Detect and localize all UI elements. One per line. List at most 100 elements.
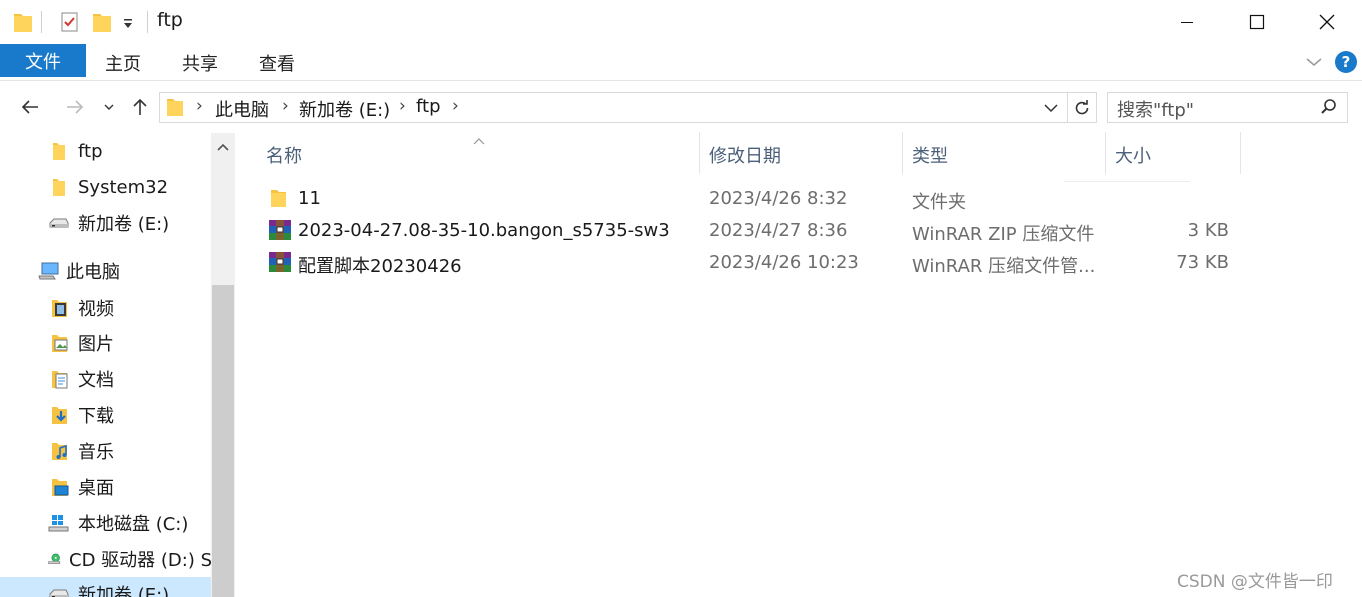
pictures-folder-icon	[52, 335, 68, 352]
column-header-type[interactable]: 类型	[912, 142, 948, 168]
nav-item-drive-e[interactable]: 新加卷 (E:)	[0, 206, 212, 240]
nav-item-downloads[interactable]: 下载	[0, 398, 212, 432]
arrow-right-icon	[67, 100, 84, 114]
close-icon	[1319, 14, 1335, 30]
nav-item-this-pc[interactable]: 此电脑	[0, 254, 212, 288]
column-header-date[interactable]: 修改日期	[709, 142, 781, 168]
nav-item-label: 桌面	[78, 478, 114, 499]
file-type: WinRAR ZIP 压缩文件	[912, 224, 1095, 245]
up-button[interactable]	[126, 93, 154, 121]
breadcrumb-separator[interactable]: ›	[282, 96, 289, 116]
column-divider[interactable]	[902, 132, 903, 174]
nav-item-label: 此电脑	[66, 262, 120, 283]
file-date: 2023/4/26 8:32	[709, 188, 848, 209]
folder-icon	[53, 143, 65, 160]
file-date: 2023/4/27 8:36	[709, 220, 848, 241]
nav-item-label: System32	[78, 176, 169, 198]
breadcrumb-separator[interactable]: ›	[196, 96, 203, 116]
nav-item-drive-c[interactable]: 本地磁盘 (C:)	[0, 506, 212, 540]
nav-item-label: 图片	[78, 334, 114, 355]
cd-drive-icon	[48, 553, 61, 565]
nav-gap	[22, 246, 222, 247]
watermark: CSDN @文件皆一印	[1177, 572, 1333, 592]
scroll-up-button[interactable]	[213, 137, 233, 157]
nav-item-desktop[interactable]: 桌面	[0, 470, 212, 504]
help-icon[interactable]: ?	[1335, 51, 1357, 73]
file-type: WinRAR 压缩文件管...	[912, 256, 1096, 277]
file-name[interactable]: 2023-04-27.08-35-10.bangon_s5735-sw3	[298, 220, 670, 241]
tab-share[interactable]: 共享	[182, 50, 218, 76]
folder-icon	[269, 187, 289, 209]
maximize-button[interactable]	[1222, 0, 1292, 44]
nav-item-label: 视频	[78, 299, 114, 320]
breadcrumb-separator[interactable]: ›	[399, 96, 406, 116]
nav-item-label: 新加卷 (E:)	[78, 585, 170, 597]
column-divider[interactable]	[1240, 132, 1241, 174]
column-header-name[interactable]: 名称	[266, 142, 302, 168]
nav-item-ftp[interactable]: ftp	[0, 134, 212, 168]
computer-icon	[38, 262, 59, 280]
chevron-down-icon	[104, 104, 114, 110]
drive-icon	[49, 218, 69, 228]
customize-quick-access-icon[interactable]	[121, 14, 135, 32]
minimize-button[interactable]	[1152, 0, 1222, 44]
breadcrumb-drive-e[interactable]: 新加卷 (E:)	[299, 96, 390, 122]
column-divider[interactable]	[699, 132, 700, 174]
tab-file[interactable]: 文件	[0, 44, 86, 77]
windows-drive-icon	[48, 515, 69, 532]
column-header-size[interactable]: 大小	[1115, 142, 1151, 168]
maximize-icon	[1249, 14, 1265, 30]
file-size: 3 KB	[1187, 220, 1229, 241]
nav-item-label: 新加卷 (E:)	[78, 214, 170, 235]
nav-item-label: 本地磁盘 (C:)	[78, 514, 189, 535]
file-name[interactable]: 配置脚本20230426	[298, 252, 462, 278]
downloads-folder-icon	[52, 407, 67, 424]
nav-item-label: 音乐	[78, 442, 114, 463]
properties-icon[interactable]	[59, 10, 81, 34]
file-name[interactable]: 11	[298, 188, 321, 209]
folder-icon	[12, 10, 34, 34]
nav-item-videos[interactable]: 视频	[0, 291, 212, 325]
new-folder-icon[interactable]	[91, 10, 113, 34]
recent-locations-button[interactable]	[98, 93, 120, 121]
search-icon[interactable]	[1320, 98, 1338, 116]
forward-button[interactable]	[61, 93, 89, 121]
refresh-icon	[1075, 99, 1089, 114]
chevron-up-icon	[217, 143, 229, 151]
nav-item-cd-drive-d[interactable]: CD 驱动器 (D:) S	[0, 542, 212, 576]
breadcrumb-this-pc[interactable]: 此电脑	[215, 96, 269, 122]
nav-item-documents[interactable]: 文档	[0, 362, 212, 396]
nav-item-pictures[interactable]: 图片	[0, 326, 212, 360]
breadcrumb-ftp[interactable]: ftp	[416, 96, 441, 117]
minimize-icon	[1181, 22, 1193, 23]
folder-icon	[53, 179, 65, 196]
tab-view[interactable]: 查看	[259, 50, 295, 76]
nav-item-system32[interactable]: System32	[0, 170, 212, 204]
arrow-left-icon	[21, 100, 38, 114]
winrar-archive-icon	[268, 219, 292, 241]
nav-item-label: 下载	[78, 406, 114, 427]
documents-folder-icon	[52, 371, 68, 389]
desktop-folder-icon	[52, 479, 69, 496]
file-type: 文件夹	[912, 192, 966, 213]
title-separator	[147, 11, 148, 33]
column-divider[interactable]	[1105, 132, 1106, 174]
arrow-up-icon	[133, 98, 147, 115]
nav-item-music[interactable]: 音乐	[0, 434, 212, 468]
nav-item-label: ftp	[78, 140, 103, 162]
nav-item-drive-e-selected[interactable]: 新加卷 (E:)	[0, 577, 212, 597]
nav-item-label: 文档	[78, 370, 114, 391]
quick-access-separator	[41, 11, 42, 33]
close-button[interactable]	[1292, 0, 1362, 44]
back-button[interactable]	[16, 93, 44, 121]
address-history-chevron-icon[interactable]	[1043, 100, 1059, 114]
search-input[interactable]: 搜索"ftp"	[1117, 96, 1194, 122]
tab-home[interactable]: 主页	[105, 50, 141, 76]
breadcrumb-separator[interactable]: ›	[452, 96, 459, 116]
nav-scrollbar-thumb[interactable]	[212, 285, 234, 597]
expand-ribbon-icon[interactable]	[1305, 54, 1323, 68]
videos-folder-icon	[52, 300, 67, 317]
file-size: 73 KB	[1176, 252, 1229, 273]
music-folder-icon	[52, 443, 67, 460]
refresh-button[interactable]	[1067, 93, 1096, 122]
